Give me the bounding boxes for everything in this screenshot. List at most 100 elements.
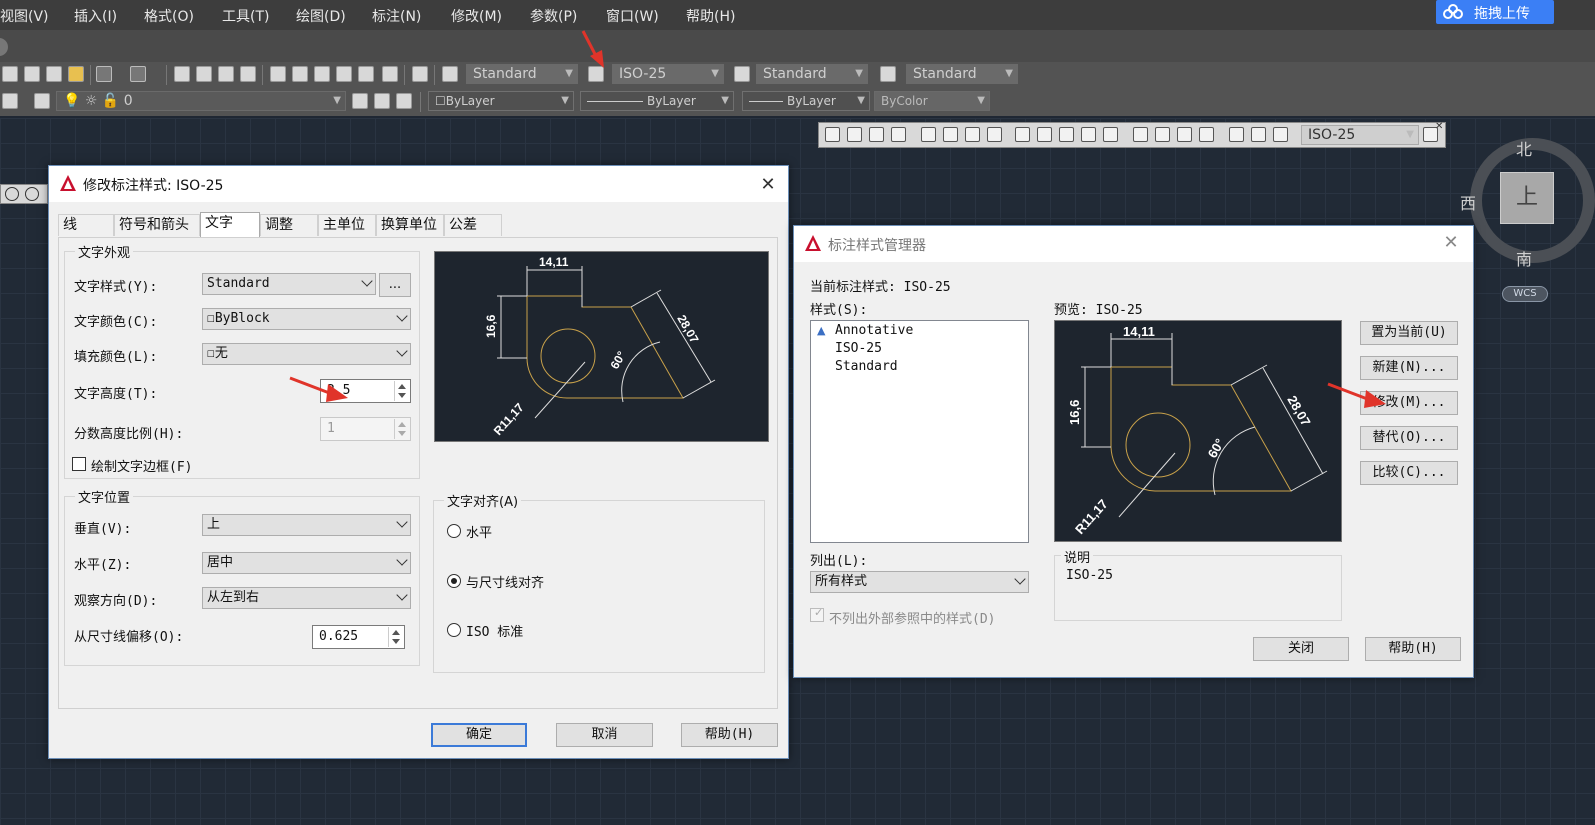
match-properties-icon[interactable] (68, 66, 84, 82)
menu-view[interactable]: 视图(V) (0, 6, 49, 26)
properties-icon[interactable] (270, 66, 286, 82)
redo-icon[interactable] (130, 66, 146, 82)
menu-draw[interactable]: 绘图(D) (296, 6, 346, 26)
baseline-dim-icon[interactable] (1037, 127, 1052, 142)
set-current-button[interactable]: 置为当前(U) (1360, 321, 1458, 345)
menu-parametric[interactable]: 参数(P) (530, 6, 577, 26)
arc-length-icon[interactable] (869, 127, 884, 142)
text-style-combo[interactable]: Standard ▼ (466, 64, 578, 84)
orbit-icon[interactable] (5, 187, 19, 201)
viewcube-face[interactable]: 上 (1500, 172, 1554, 224)
tab-text[interactable]: 文字 (200, 212, 260, 238)
list-filter-select[interactable]: 所有样式 (810, 571, 1029, 593)
linetype-combo[interactable]: ByLayer ▼ (580, 91, 734, 111)
zoom-previous-icon[interactable] (240, 66, 256, 82)
new-style-button[interactable]: 新建(N)... (1360, 356, 1458, 380)
center-mark-icon[interactable] (1155, 127, 1170, 142)
browse-text-style-button[interactable]: ... (379, 273, 411, 297)
cancel-button[interactable]: 取消 (556, 723, 653, 747)
spinner-arrows-icon[interactable] (394, 381, 409, 401)
design-center-icon[interactable] (292, 66, 308, 82)
menu-help[interactable]: 帮助(H) (686, 6, 735, 26)
pan-icon[interactable] (174, 66, 190, 82)
dimbar-style-combo[interactable]: ISO-25 ▼ (1301, 125, 1419, 145)
close-icon[interactable]: ✕ (757, 174, 779, 196)
diameter-dim-icon[interactable] (965, 127, 980, 142)
tolerance-icon[interactable] (1133, 127, 1148, 142)
dim-update-icon[interactable] (1273, 127, 1288, 142)
zoom-realtime-icon[interactable] (196, 66, 212, 82)
offset-spinner[interactable]: 0.625 (312, 625, 405, 649)
upload-button[interactable]: 拖拽上传 (1436, 0, 1554, 24)
paste-special-icon[interactable] (46, 66, 62, 82)
compare-style-button[interactable]: 比较(C)... (1360, 461, 1458, 485)
spinner-arrows-icon[interactable] (388, 627, 403, 647)
styles-list[interactable]: ▲ Annotative ISO-25 Standard (810, 320, 1029, 543)
ok-button[interactable]: 确定 (431, 723, 527, 747)
close-icon[interactable]: ✕ (1440, 232, 1462, 254)
list-item[interactable]: Annotative (835, 323, 913, 338)
viewcube-north[interactable]: 北 (1516, 136, 1532, 160)
table-style-combo[interactable]: Standard ▼ (756, 64, 868, 84)
app-button-icon[interactable] (0, 38, 8, 56)
markup-icon[interactable] (358, 66, 374, 82)
sheet-set-icon[interactable] (336, 66, 352, 82)
orbit-free-icon[interactable] (25, 187, 39, 201)
paste-icon[interactable] (24, 66, 40, 82)
undo-icon[interactable] (96, 66, 112, 82)
tab-lines[interactable]: 线 (58, 214, 114, 236)
text-style-select[interactable]: Standard (202, 273, 376, 295)
align-with-dimline-radio[interactable] (447, 574, 461, 588)
layer-previous-icon[interactable] (374, 93, 390, 109)
dim-text-edit-icon[interactable] (1251, 127, 1266, 142)
dim-break-icon[interactable] (1103, 127, 1118, 142)
quick-dim-icon[interactable] (1015, 127, 1030, 142)
dim-style-combo[interactable]: ISO-25 ▼ (612, 64, 724, 84)
wcs-menu[interactable]: WCS (1502, 286, 1548, 302)
list-item[interactable]: Standard (835, 359, 898, 374)
text-color-select[interactable]: ☐ByBlock (202, 308, 411, 330)
help-button[interactable]: 帮助(H) (1365, 637, 1461, 661)
tab-symbols-arrows[interactable]: 符号和箭头 (114, 214, 200, 236)
menu-tools[interactable]: 工具(T) (222, 6, 269, 26)
close-button[interactable]: 关闭 (1253, 637, 1349, 661)
plotstyle-combo[interactable]: ByColor ▼ (874, 91, 990, 111)
menu-dimension[interactable]: 标注(N) (372, 6, 421, 26)
layer-iso-icon[interactable] (396, 93, 412, 109)
list-item[interactable]: ISO-25 (835, 341, 882, 356)
copy-icon[interactable] (2, 66, 18, 82)
radius-dim-icon[interactable] (921, 127, 936, 142)
align-iso-radio[interactable] (447, 623, 461, 637)
close-icon[interactable]: ✕ (1435, 121, 1443, 132)
tool-palettes-icon[interactable] (314, 66, 330, 82)
layer-manager-icon[interactable] (2, 93, 18, 109)
jogged-linear-icon[interactable] (1199, 127, 1214, 142)
fill-color-select[interactable]: ☐无 (202, 343, 411, 365)
vertical-select[interactable]: 上 (202, 514, 411, 536)
text-style-icon[interactable] (442, 66, 458, 82)
tab-primary-units[interactable]: 主单位 (318, 214, 376, 236)
dim-space-icon[interactable] (1081, 127, 1096, 142)
align-horizontal-radio[interactable] (447, 524, 461, 538)
continue-dim-icon[interactable] (1059, 127, 1074, 142)
menu-insert[interactable]: 插入(I) (74, 6, 117, 26)
tab-tolerances[interactable]: 公差 (444, 214, 502, 236)
inspect-icon[interactable] (1177, 127, 1192, 142)
lineweight-combo[interactable]: ByLayer ▼ (742, 91, 870, 111)
help-button[interactable]: 帮助(H) (681, 723, 778, 747)
tab-alternate-units[interactable]: 换算单位 (376, 214, 444, 236)
view-direction-select[interactable]: 从左到右 (202, 587, 411, 609)
color-combo[interactable]: ☐ByLayer ▼ (428, 91, 574, 111)
quickcalc-icon[interactable] (382, 66, 398, 82)
angular-dim-icon[interactable] (987, 127, 1002, 142)
menu-format[interactable]: 格式(O) (144, 6, 194, 26)
dim-edit-icon[interactable] (1229, 127, 1244, 142)
menu-window[interactable]: 窗口(W) (606, 6, 659, 26)
aligned-dim-icon[interactable] (847, 127, 862, 142)
layer-states-icon[interactable] (34, 93, 50, 109)
menu-modify[interactable]: 修改(M) (451, 6, 502, 26)
override-style-button[interactable]: 替代(O)... (1360, 426, 1458, 450)
table-style-icon[interactable] (734, 66, 750, 82)
make-current-icon[interactable] (352, 93, 368, 109)
tab-fit[interactable]: 调整 (260, 214, 318, 236)
